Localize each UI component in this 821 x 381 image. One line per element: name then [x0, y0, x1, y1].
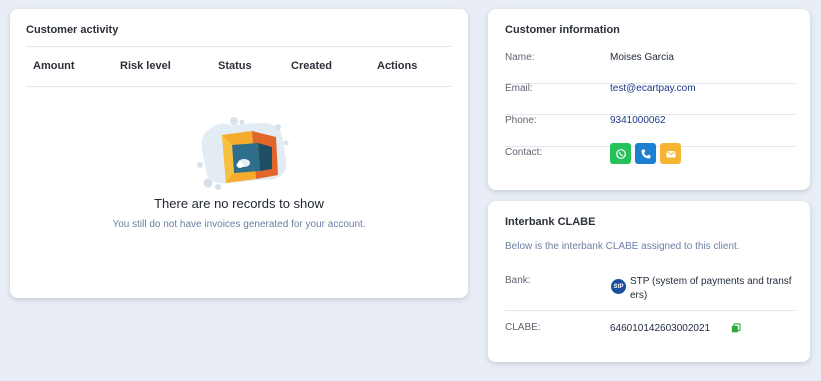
whatsapp-button[interactable] [610, 143, 631, 164]
column-actions: Actions [377, 60, 418, 72]
info-row-name: Name: Moises Garcia [505, 52, 795, 84]
call-button[interactable] [635, 143, 656, 164]
clabe-row: CLABE: 646010142603002021 [505, 322, 795, 342]
copy-icon[interactable] [731, 323, 741, 333]
column-status[interactable]: Status [218, 60, 252, 72]
name-label: Name: [505, 52, 535, 63]
clabe-value: 646010142603002021 [610, 323, 711, 334]
clabe-label: CLABE: [505, 322, 541, 333]
customer-information-title: Customer information [505, 24, 620, 36]
empty-box-illustration [197, 117, 289, 190]
info-row-email: Email: test@ecartpay.com [505, 83, 795, 115]
customer-activity-card: Customer activity Amount Risk level Stat… [10, 9, 468, 298]
bank-label: Bank: [505, 275, 531, 286]
empty-state-subtitle: You still do not have invoices generated… [112, 219, 366, 230]
clabe-description: Below is the interbank CLABE assigned to… [505, 241, 740, 252]
customer-information-card: Customer information Name: Moises Garcia… [488, 9, 810, 190]
mail-icon [665, 150, 676, 157]
email-label: Email: [505, 83, 533, 94]
email-value[interactable]: test@ecartpay.com [610, 83, 696, 94]
interbank-clabe-card: Interbank CLABE Below is the interbank C… [488, 201, 810, 362]
contact-label: Contact: [505, 147, 543, 158]
interbank-clabe-title: Interbank CLABE [505, 216, 596, 228]
info-row-contact: Contact: [505, 143, 795, 179]
contact-buttons [610, 143, 681, 164]
column-created[interactable]: Created [291, 60, 332, 72]
name-value: Moises Garcia [610, 52, 674, 63]
empty-state-title: There are no records to show [154, 196, 324, 211]
bank-value: STP (system of payments and transfers) [630, 276, 792, 301]
customer-activity-title: Customer activity [26, 24, 119, 36]
phone-value[interactable]: 9341000062 [610, 115, 666, 126]
column-risk-level[interactable]: Risk level [120, 60, 171, 72]
whatsapp-icon [615, 148, 626, 159]
column-amount[interactable]: Amount [33, 60, 75, 72]
activity-table-header: Amount Risk level Status Created Actions [26, 46, 452, 87]
phone-icon [641, 149, 650, 158]
email-button[interactable] [660, 143, 681, 164]
phone-label: Phone: [505, 115, 537, 126]
bank-row: Bank: StP STP (system of payments and tr… [505, 275, 795, 311]
stp-bank-logo-icon: StP [611, 279, 626, 294]
